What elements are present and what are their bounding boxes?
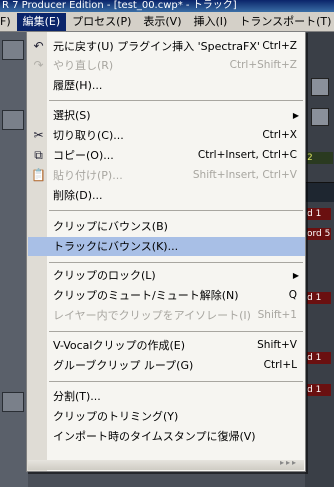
expand-chevron-icon: ▸▸▸ (279, 458, 298, 467)
menu-item-label: やり直し(R) (53, 59, 114, 72)
loop-icon[interactable] (311, 78, 329, 96)
menu-item-label: コピー(O)... (53, 149, 114, 162)
copy-icon: ⧉ (34, 148, 43, 162)
toolbar-button[interactable] (2, 40, 24, 60)
menu-separator (49, 100, 303, 101)
menu-separator (49, 210, 303, 211)
menu-item-label: インポート時のタイムスタンプに復帰(V) (53, 430, 256, 443)
menu-item-isolate-clip[interactable]: レイヤー内でクリップをアイソレート(I) Shift+1 (28, 306, 305, 325)
toolbar-button[interactable] (311, 108, 329, 126)
menu-item-cut[interactable]: ✂ 切り取り(C)... Ctrl+X (28, 126, 305, 145)
clip[interactable]: d 1 (307, 292, 331, 304)
clip[interactable]: d 1 (307, 352, 331, 364)
menu-expand-footer[interactable]: ▸▸▸ (28, 458, 304, 470)
clip[interactable]: d 1 (307, 208, 331, 220)
menu-item-label: 削除(D)... (53, 189, 103, 202)
track-view-edge: 2 d 1 ord 5 d 1 d 1 d 1 (305, 32, 334, 487)
menu-item-clip-mute[interactable]: クリップのミュート/ミュート解除(N) Q (28, 286, 305, 305)
menu-item-label: 元に戻す(U) プラグイン挿入 'SpectraFX' (53, 40, 260, 53)
menu-item-vvocal-clip[interactable]: V-Vocalクリップの作成(E) Shift+V (28, 336, 305, 355)
menu-item-label: クリップのミュート/ミュート解除(N) (53, 289, 239, 302)
menu-item-label: クリップのロック(L) (53, 269, 156, 282)
menu-item-split[interactable]: 分割(T)... (28, 387, 305, 406)
menu-item-shortcut: Ctrl+Insert, Ctrl+C (197, 149, 297, 161)
menu-item-shortcut: Ctrl+L (263, 359, 297, 371)
menu-transport[interactable]: トランスポート(T) (233, 13, 334, 31)
menu-item-copy[interactable]: ⧉ コピー(O)... Ctrl+Insert, Ctrl+C (28, 146, 305, 165)
menu-item-shortcut: Ctrl+Z (262, 40, 297, 52)
menu-process[interactable]: プロセス(P) (66, 13, 137, 31)
menu-item-label: 選択(S) (53, 109, 91, 122)
menu-item-bounce-to-track[interactable]: トラックにバウンス(K)... (28, 237, 305, 256)
menu-item-paste[interactable]: 📋 貼り付け(P)... Shift+Insert, Ctrl+V (28, 166, 305, 185)
undo-icon: ↶ (33, 39, 44, 53)
menu-item-revert-timestamp[interactable]: インポート時のタイムスタンプに復帰(V) (28, 427, 305, 446)
paste-icon: 📋 (31, 168, 46, 182)
menu-item-label: 履歴(H)... (53, 79, 103, 92)
menu-item-label: クリップにバウンス(B) (53, 220, 168, 233)
menu-item-shortcut: Shift+V (257, 339, 297, 351)
menu-separator (49, 331, 303, 332)
menu-item-groove-loop[interactable]: グルーブクリップ ループ(G) Ctrl+L (28, 356, 305, 375)
menu-edit[interactable]: 編集(E) (16, 12, 67, 31)
menu-item-label: 貼り付け(P)... (53, 169, 123, 182)
menu-item-delete[interactable]: 削除(D)... (28, 186, 305, 205)
redo-icon: ↷ (33, 58, 44, 72)
menu-item-label: グルーブクリップ ループ(G) (53, 359, 194, 372)
menu-item-shortcut: Ctrl+X (262, 129, 297, 141)
toolbar-button[interactable] (2, 110, 24, 130)
menu-separator (49, 381, 303, 382)
menu-item-bounce-to-clip[interactable]: クリップにバウンス(B) (28, 217, 305, 236)
menu-item-select[interactable]: 選択(S) ▶ (28, 106, 305, 125)
edit-menu-dropdown: ↶ 元に戻す(U) プラグイン挿入 'SpectraFX' Ctrl+Z ↷ や… (26, 31, 306, 472)
menu-file[interactable]: F) (0, 13, 17, 31)
menu-insert[interactable]: 挿入(I) (188, 13, 234, 31)
menu-bar: F) 編集(E) プロセス(P) 表示(V) 挿入(I) トランスポート(T) (0, 12, 334, 32)
menu-item-trim-clips[interactable]: クリップのトリミング(Y) (28, 407, 305, 426)
scissors-icon: ✂ (33, 128, 44, 142)
menu-item-label: クリップのトリミング(Y) (53, 410, 179, 423)
menu-item-label: 切り取り(C)... (53, 129, 124, 142)
left-toolbar (0, 32, 28, 487)
clip[interactable]: ord 5 (307, 228, 331, 240)
menu-item-shortcut: Ctrl+Shift+Z (229, 59, 297, 71)
timeline-marker: 2 (307, 152, 333, 164)
menu-item-label: 分割(T)... (53, 390, 101, 403)
submenu-arrow-icon: ▶ (292, 271, 299, 280)
menu-separator (49, 262, 303, 263)
menu-view[interactable]: 表示(V) (137, 13, 187, 31)
menu-item-label: レイヤー内でクリップをアイソレート(I) (53, 309, 251, 322)
menu-item-undo[interactable]: ↶ 元に戻す(U) プラグイン挿入 'SpectraFX' Ctrl+Z (28, 37, 305, 56)
menu-item-shortcut: Q (288, 289, 297, 301)
clip[interactable]: d 1 (307, 384, 331, 396)
track-lane (305, 182, 334, 202)
menu-item-redo[interactable]: ↷ やり直し(R) Ctrl+Shift+Z (28, 56, 305, 75)
menu-item-shortcut: Shift+1 (257, 309, 297, 321)
toolbar-button[interactable] (2, 392, 24, 412)
submenu-arrow-icon: ▶ (292, 111, 299, 120)
menu-item-label: トラックにバウンス(K)... (53, 240, 179, 253)
menu-item-history[interactable]: 履歴(H)... (28, 76, 305, 95)
menu-item-shortcut: Shift+Insert, Ctrl+V (192, 169, 297, 181)
window-title: R 7 Producer Edition - [test_00.cwp* - ト… (0, 0, 334, 12)
menu-item-clip-lock[interactable]: クリップのロック(L) ▶ (28, 266, 305, 285)
menu-item-label: V-Vocalクリップの作成(E) (53, 339, 185, 352)
